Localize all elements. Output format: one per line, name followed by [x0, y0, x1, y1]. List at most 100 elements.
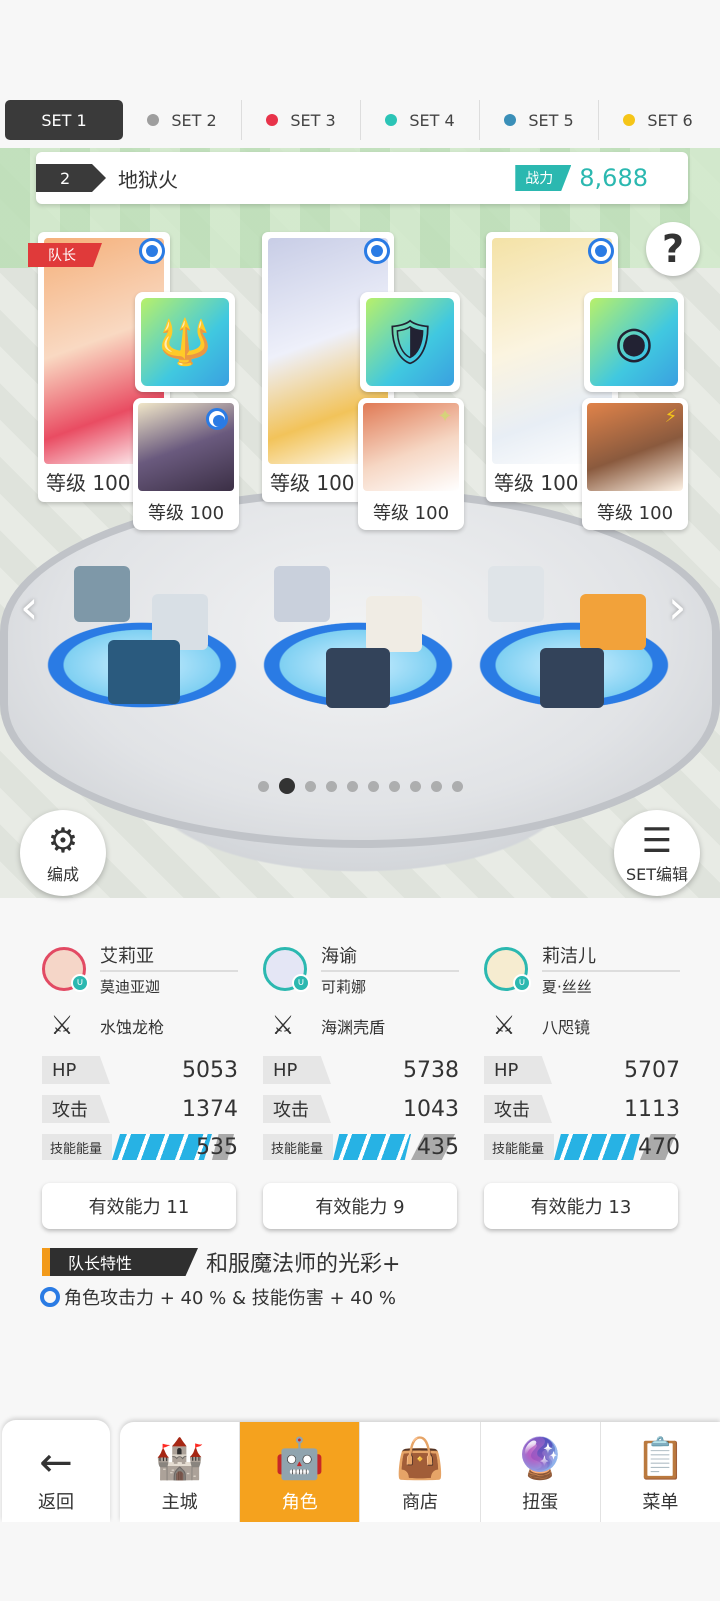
- nav-item-shop[interactable]: 👜 商店: [360, 1422, 481, 1522]
- weapon-icon: ⚔: [271, 1011, 295, 1041]
- next-arrow-icon[interactable]: ›: [668, 580, 686, 634]
- page-dot[interactable]: [431, 780, 442, 792]
- page-dot[interactable]: [305, 780, 316, 792]
- bottom-nav: ← 返回 🏰 主城 🤖 角色 👜 商店 🔮 扭蛋 📋 菜单: [0, 1418, 720, 1522]
- character-stats-3: ∪ 莉洁儿 夏·丝丝 ⚔ 八咫镜 HP 5707 攻击 1113 技能能量 470 有效…: [484, 942, 680, 1229]
- dot-icon: [385, 114, 398, 126]
- power-label: 战力: [515, 165, 572, 191]
- page-dot[interactable]: [326, 780, 337, 792]
- avatar: ∪: [484, 947, 531, 992]
- ability-button[interactable]: 有效能力 11: [42, 1183, 236, 1229]
- leader-trait-desc-row: 角色攻击力 + 40 % & 技能伤害 + 40 %: [40, 1284, 396, 1310]
- nav-item-town[interactable]: 🏰 主城: [120, 1422, 241, 1522]
- set-edit-button[interactable]: ☰ SET编辑: [614, 810, 700, 896]
- element-badge-icon: [364, 238, 390, 264]
- dot-icon: [147, 114, 160, 126]
- nav-item-menu[interactable]: 📋 菜单: [601, 1422, 720, 1522]
- tab-set-3[interactable]: SET 3: [242, 100, 361, 140]
- hp-label: HP: [263, 1056, 331, 1084]
- nav-label: 菜单: [642, 1492, 679, 1513]
- page-dot[interactable]: [258, 780, 269, 792]
- hp-value: 5738: [403, 1057, 459, 1083]
- team-name[interactable]: 地狱火: [118, 164, 515, 193]
- tab-set-4[interactable]: SET 4: [361, 100, 480, 140]
- character-icon: 🤖: [274, 1436, 325, 1482]
- leader-trait-tag: 队长特性: [42, 1248, 198, 1276]
- character-level: 等级 100: [494, 471, 579, 495]
- atk-value: 1374: [182, 1096, 238, 1122]
- element-icon: ∪: [513, 974, 531, 992]
- character-name: 艾莉亚: [100, 942, 238, 972]
- ability-button[interactable]: 有效能力 9: [263, 1183, 457, 1229]
- nav-label: 扭蛋: [522, 1492, 559, 1513]
- weapon-name: 海渊壳盾: [321, 1018, 386, 1037]
- atk-value: 1043: [403, 1096, 459, 1122]
- town-icon: 🏰: [154, 1436, 205, 1482]
- tab-set-2[interactable]: SET 2: [123, 100, 242, 140]
- help-button[interactable]: ?: [646, 222, 700, 276]
- tab-set-5[interactable]: SET 5: [480, 100, 599, 140]
- item-sprite: [326, 648, 390, 708]
- element-badge-icon: [139, 238, 165, 264]
- formation-label: 编成: [46, 865, 79, 884]
- ability-button[interactable]: 有效能力 13: [484, 1183, 678, 1229]
- dot-icon: [623, 114, 636, 126]
- tab-label: SET 2: [171, 110, 217, 130]
- avatar: ∪: [263, 947, 310, 992]
- character-name: 莉洁儿: [542, 942, 680, 972]
- weapon-icon: ⚔: [50, 1011, 74, 1041]
- shield-icon: 🛡: [366, 298, 454, 386]
- hp-label: HP: [42, 1056, 110, 1084]
- element-icon: ∪: [71, 974, 89, 992]
- energy-value: 435: [417, 1134, 459, 1160]
- page-indicator: [258, 778, 463, 794]
- nav-label: 商店: [402, 1492, 438, 1513]
- energy-bar: [554, 1134, 640, 1160]
- avatar: ∪: [42, 947, 89, 992]
- support-level: 等级 100: [372, 503, 450, 524]
- element-badge-icon: [206, 408, 228, 430]
- equipment-slot-3[interactable]: ◉: [584, 292, 684, 392]
- atk-value: 1113: [624, 1096, 680, 1122]
- energy-label: 技能能量: [42, 1134, 112, 1160]
- captain-badge: 队长: [28, 243, 102, 267]
- page-dot[interactable]: [410, 780, 421, 792]
- prev-arrow-icon[interactable]: ‹: [20, 580, 38, 634]
- energy-value: 535: [196, 1134, 238, 1160]
- character-sprite: [74, 566, 130, 622]
- energy-bar: [333, 1134, 411, 1160]
- page-dot[interactable]: [389, 780, 400, 792]
- nav-item-character[interactable]: 🤖 角色: [240, 1422, 361, 1522]
- formation-button[interactable]: ⚙ 编成: [20, 810, 106, 896]
- page-dot[interactable]: [368, 780, 379, 792]
- trident-icon: 🔱: [141, 298, 229, 386]
- equipment-slot-2[interactable]: 🛡: [360, 292, 460, 392]
- tab-label: SET 4: [409, 110, 455, 130]
- character-stats-2: ∪ 海谕 可莉娜 ⚔ 海渊壳盾 HP 5738 攻击 1043 技能能量 435 有效能…: [263, 942, 459, 1229]
- tab-set-1[interactable]: SET 1: [5, 100, 123, 140]
- lightning-icon: ⚡: [664, 406, 678, 427]
- system-nav-area: [0, 1522, 720, 1601]
- list-icon: ☰: [641, 821, 673, 861]
- hp-value: 5707: [624, 1057, 680, 1083]
- page-dot[interactable]: [452, 780, 463, 792]
- element-icon: ∪: [292, 974, 310, 992]
- character-subname: 莫迪亚迦: [100, 977, 161, 996]
- nav-item-gacha[interactable]: 🔮 扭蛋: [481, 1422, 601, 1522]
- weapon-icon: ⚔: [492, 1011, 516, 1041]
- page-dot[interactable]: [279, 778, 295, 794]
- equipment-slot-1[interactable]: 🔱: [135, 292, 235, 392]
- sparkle-icon: ✦: [437, 406, 453, 427]
- back-button[interactable]: ← 返回: [2, 1420, 110, 1522]
- book-sprite: [108, 640, 180, 704]
- item-sprite: [540, 648, 604, 708]
- tab-label: SET 5: [528, 110, 574, 130]
- character-subname: 夏·丝丝: [542, 977, 592, 996]
- atk-label: 攻击: [42, 1095, 110, 1123]
- character-sprite: [580, 594, 646, 650]
- set-edit-label: SET编辑: [625, 865, 689, 884]
- team-bar: 2 地狱火 战力 8,688: [36, 152, 688, 204]
- support-level: 等级 100: [147, 503, 225, 524]
- page-dot[interactable]: [347, 780, 358, 792]
- tab-set-6[interactable]: SET 6: [599, 100, 717, 140]
